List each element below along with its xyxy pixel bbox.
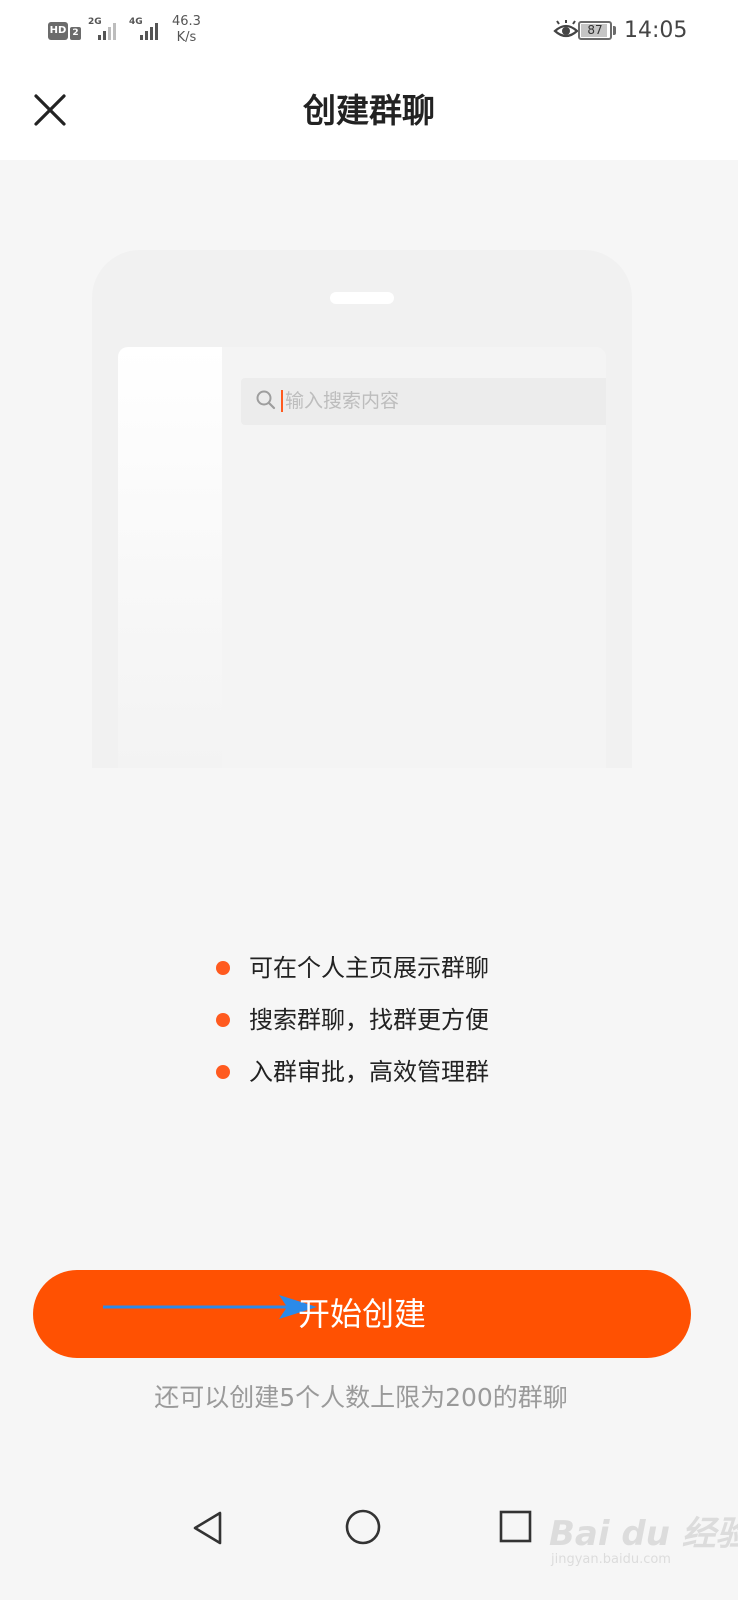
battery-icon: 87 — [578, 21, 612, 40]
group-quota-hint: 还可以创建5个人数上限为200的群聊 — [154, 1383, 568, 1412]
phone-illustration: 输入搜索内容 — [92, 250, 632, 768]
page-title: 创建群聊 — [303, 91, 435, 130]
bullet-dot — [216, 961, 230, 975]
battery-nub — [613, 26, 616, 35]
back-triangle-icon[interactable] — [188, 1508, 228, 1548]
list-item: 搜索群聊，找群更方便 — [210, 996, 630, 1048]
recent-square-icon[interactable] — [499, 1510, 532, 1543]
start-create-label: 开始创建 — [297, 1295, 426, 1333]
feature-text: 可在个人主页展示群聊 — [249, 954, 489, 982]
feature-list: 可在个人主页展示群聊 搜索群聊，找群更方便 入群审批，高效管理群 — [210, 944, 630, 1100]
header: 创建群聊 — [0, 62, 738, 160]
watermark-logo: Bai du 经验 jingyan.baidu.com — [549, 1480, 738, 1575]
battery-level: 87 — [587, 23, 603, 37]
network-speed: 46.3 K/s — [172, 14, 201, 45]
hd-icon: HD — [48, 22, 68, 40]
search-placeholder: 输入搜索内容 — [285, 390, 400, 412]
phone-screen: 输入搜索内容 — [118, 347, 606, 768]
list-item: 可在个人主页展示群聊 — [210, 944, 630, 996]
watermark-url: jingyan.baidu.com — [551, 1552, 671, 1567]
list-item: 入群审批，高效管理群 — [210, 1048, 630, 1100]
signal-icon-2 — [140, 22, 162, 40]
watermark-text: Bai du 经验 — [549, 1514, 738, 1554]
text-caret — [281, 390, 283, 412]
illustration-search-bar: 输入搜索内容 — [241, 378, 606, 425]
signal-icon-1 — [98, 22, 120, 40]
start-create-button[interactable]: 开始创建 — [33, 1270, 691, 1358]
home-circle-icon[interactable] — [344, 1508, 382, 1546]
phone-sidebar — [118, 347, 222, 768]
phone-speaker — [330, 292, 394, 304]
search-icon — [256, 390, 276, 410]
bullet-dot — [216, 1013, 230, 1027]
feature-text: 搜索群聊，找群更方便 — [249, 1006, 489, 1034]
hd-sim-badge: 2 — [70, 27, 81, 40]
clock: 14:05 — [624, 18, 688, 43]
eye-comfort-icon — [553, 20, 579, 38]
status-bar: HD 2 2G 4G 46.3 K/s 87 14:05 — [0, 0, 738, 62]
feature-text: 入群审批，高效管理群 — [249, 1058, 489, 1086]
bullet-dot — [216, 1065, 230, 1079]
